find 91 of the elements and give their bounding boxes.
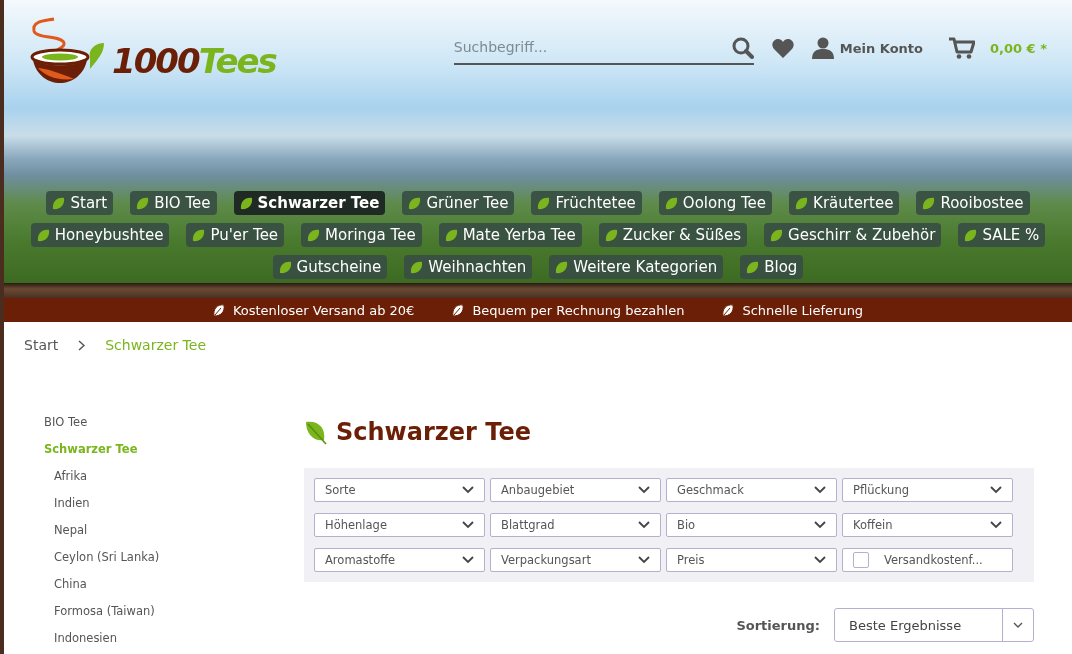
sidebar-subitem[interactable]: Formosa (Taiwan) — [44, 603, 304, 619]
usp-text: Kostenloser Versand ab 20€ — [232, 302, 415, 318]
filter-dropdown[interactable]: Pflückung — [842, 478, 1013, 502]
leaf-icon — [664, 196, 678, 210]
nav-tab[interactable]: Früchtetee — [531, 191, 642, 215]
sidebar-subitem[interactable]: Nepal — [44, 522, 304, 538]
leaf-icon — [36, 228, 50, 242]
nav-tab[interactable]: Honeybushtee — [30, 223, 170, 247]
filter-dropdown[interactable]: Höhenlage — [314, 513, 485, 537]
nav-tab[interactable]: Weitere Kategorien — [549, 255, 724, 279]
leaf-icon — [746, 260, 760, 274]
nav-tab[interactable]: Pu'er Tee — [186, 223, 285, 247]
chevron-down-icon — [814, 556, 826, 564]
sort-dropdown[interactable]: Beste Ergebnisse — [834, 608, 1034, 642]
leaf-icon — [964, 228, 978, 242]
nav-tab[interactable]: Schwarzer Tee — [233, 191, 386, 215]
filter-dropdown[interactable]: Blattgrad — [490, 513, 661, 537]
nav-tab[interactable]: Gutscheine — [272, 255, 388, 279]
filter-dropdown[interactable]: Aromastoffe — [314, 548, 485, 572]
filter-dropdown[interactable]: Geschmack — [666, 478, 837, 502]
leaf-icon — [212, 303, 225, 317]
chevron-down-icon — [462, 556, 474, 564]
chevron-down-icon — [638, 556, 650, 564]
filter-dropdown[interactable]: Bio — [666, 513, 837, 537]
user-icon[interactable] — [811, 37, 834, 59]
nav-tab[interactable]: Geschirr & Zubehör — [764, 223, 942, 247]
leaf-icon — [537, 196, 551, 210]
leaf-icon — [795, 196, 809, 210]
chevron-down-icon — [462, 521, 474, 529]
search-icon[interactable] — [731, 37, 754, 59]
breadcrumb-link[interactable]: Start — [24, 337, 59, 353]
account-link[interactable]: Mein Konto — [839, 40, 923, 56]
chevron-right-icon — [78, 339, 86, 351]
nav-tab[interactable]: Rooibostee — [916, 191, 1030, 215]
nav-tab[interactable]: Mate Yerba Tee — [438, 223, 582, 247]
sidebar-subitem[interactable]: Ceylon (Sri Lanka) — [44, 549, 304, 565]
leaf-icon — [444, 228, 458, 242]
nav-tab[interactable]: Kräutertee — [789, 191, 900, 215]
leaf-icon — [722, 303, 735, 317]
chevron-down-icon — [990, 521, 1002, 529]
chevron-down-icon — [462, 486, 474, 494]
chevron-down-icon — [638, 521, 650, 529]
heart-icon[interactable] — [771, 38, 794, 58]
nav-tab[interactable]: Blog — [740, 255, 804, 279]
nav-tab[interactable]: Weihnachten — [404, 255, 533, 279]
sidebar-subitem[interactable]: Indien — [44, 495, 304, 511]
filter-checkbox[interactable]: Versandkostenf... — [842, 548, 1013, 572]
cart-icon[interactable] — [949, 37, 975, 59]
leaf-icon — [452, 303, 465, 317]
leaf-icon — [52, 196, 66, 210]
nav-tab[interactable]: Moringa Tee — [301, 223, 422, 247]
leaf-icon — [922, 196, 936, 210]
nav-tab[interactable]: SALE % — [958, 223, 1046, 247]
leaf-icon — [307, 228, 321, 242]
chevron-down-icon — [638, 486, 650, 494]
filter-dropdown[interactable]: Koffein — [842, 513, 1013, 537]
leaf-icon — [192, 228, 206, 242]
sort-label: Sortierung: — [736, 617, 820, 633]
leaf-icon — [136, 196, 150, 210]
page-title: Schwarzer Tee — [336, 418, 531, 446]
leaf-icon — [410, 260, 424, 274]
leaf-icon — [408, 196, 422, 210]
leaf-icon — [604, 228, 618, 242]
leaf-icon — [278, 260, 292, 274]
sidebar-subitem[interactable]: Indonesien — [44, 630, 304, 646]
chevron-down-icon — [814, 521, 826, 529]
search-field[interactable]: Suchbegriff... — [453, 31, 754, 65]
checkbox[interactable] — [853, 552, 869, 568]
leaf-icon — [770, 228, 784, 242]
nav-tab[interactable]: Grüner Tee — [402, 191, 515, 215]
sidebar-item[interactable]: BIO Tee — [44, 414, 304, 430]
filter-dropdown[interactable]: Preis — [666, 548, 837, 572]
sidebar-subitem[interactable]: China — [44, 576, 304, 592]
logo-wordmark[interactable]: 1000Tees — [112, 41, 276, 81]
filter-dropdown[interactable]: Verpackungsart — [490, 548, 661, 572]
filter-dropdown[interactable]: Sorte — [314, 478, 485, 502]
nav-tab[interactable]: Start — [46, 191, 114, 215]
nav-tab[interactable]: Zucker & Süßes — [598, 223, 748, 247]
chevron-down-icon — [1013, 622, 1023, 628]
usp-text: Bequem per Rechnung bezahlen — [472, 302, 685, 318]
filter-dropdown[interactable]: Anbaugebiet — [490, 478, 661, 502]
chevron-down-icon — [990, 486, 1002, 494]
leaf-icon — [555, 260, 569, 274]
checkbox-label: Versandkostenf... — [884, 553, 983, 567]
leaf-icon — [239, 196, 253, 210]
nav-tab[interactable]: BIO Tee — [130, 191, 217, 215]
sidebar-subitem[interactable]: Afrika — [44, 468, 304, 484]
nav-tab[interactable]: Oolong Tee — [658, 191, 773, 215]
chevron-down-icon — [814, 486, 826, 494]
leaf-icon — [304, 419, 328, 445]
usp-text: Schnelle Lieferung — [742, 302, 864, 318]
